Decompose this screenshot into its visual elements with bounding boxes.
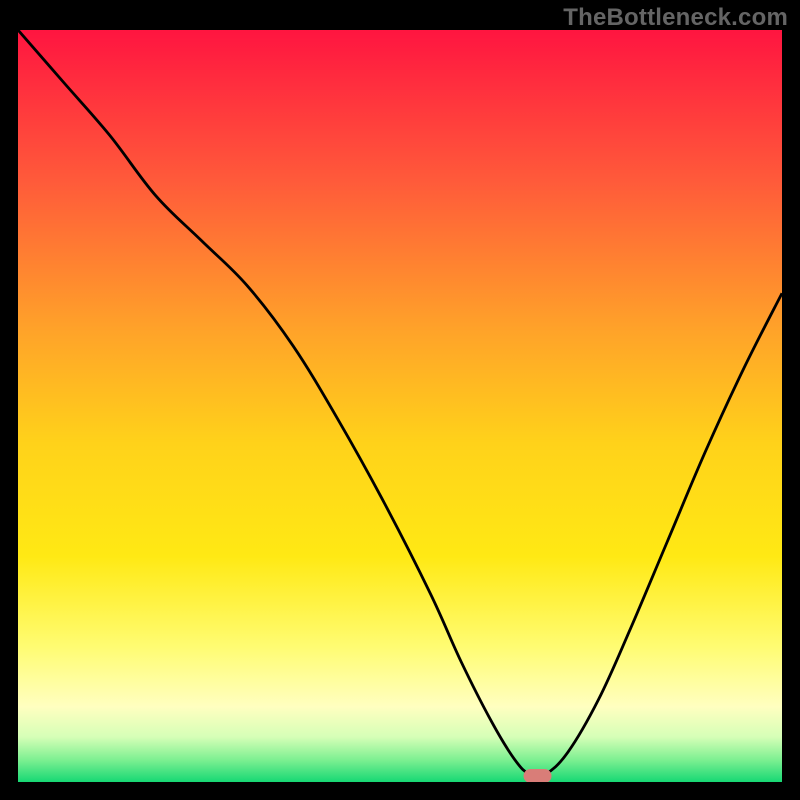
plot-area — [18, 30, 782, 782]
optimal-marker — [524, 769, 552, 782]
chart-container: TheBottleneck.com — [0, 0, 800, 800]
gradient-background — [18, 30, 782, 782]
watermark-text: TheBottleneck.com — [563, 4, 788, 32]
bottleneck-chart — [18, 30, 782, 782]
